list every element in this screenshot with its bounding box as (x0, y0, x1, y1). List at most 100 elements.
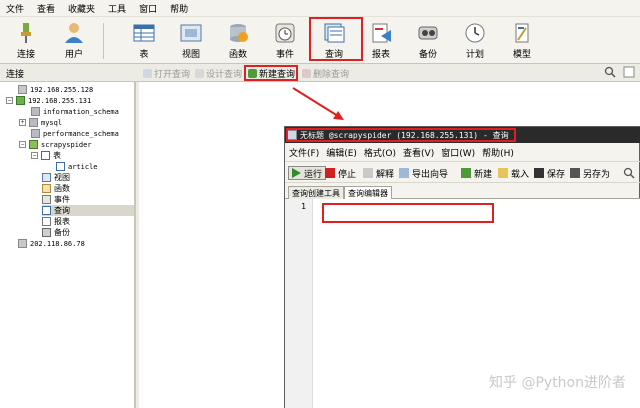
menu-view[interactable]: 查看 (31, 2, 62, 15)
user-icon (62, 22, 86, 44)
tab-query-editor[interactable]: 查询编辑器 (344, 186, 392, 199)
run-button[interactable]: 运行 (288, 166, 327, 180)
query-highlight-box (309, 17, 363, 61)
tree-item-db-information-schema[interactable]: information_schema (31, 106, 119, 117)
save-as-button[interactable]: 另存为 (570, 166, 610, 180)
new-button[interactable]: 新建 (461, 166, 492, 180)
schedule-icon (463, 22, 487, 44)
query-menubar: 文件(F) 编辑(E) 格式(O) 查看(V) 窗口(W) 帮助(H) (285, 145, 640, 159)
save-button[interactable]: 保存 (534, 166, 565, 180)
query-tabs: 查询创建工具 查询编辑器 (285, 185, 640, 199)
collapse-icon[interactable]: − (19, 141, 26, 148)
function-button[interactable]: 函数 (215, 20, 261, 62)
view-button[interactable]: 视图 (168, 20, 214, 62)
tree-item-backups[interactable]: 备份 (42, 227, 70, 238)
stop-icon (325, 168, 335, 178)
collapse-icon[interactable]: − (31, 152, 38, 159)
schedule-button[interactable]: 计划 (452, 20, 498, 62)
tree-item-functions[interactable]: 函数 (42, 183, 70, 194)
tree-item-db-performance-schema[interactable]: performance_schema (31, 128, 119, 139)
tree-item-reports[interactable]: 报表 (42, 216, 70, 227)
tab-query-builder[interactable]: 查询创建工具 (288, 186, 344, 199)
new-query-highlight-box (244, 65, 298, 81)
play-icon (291, 168, 301, 178)
table-icon (41, 151, 50, 160)
tree-item-db-scrapyspider[interactable]: − scrapyspider (19, 139, 92, 150)
tree-item-events[interactable]: 事件 (42, 194, 70, 205)
collapse-icon[interactable]: − (6, 97, 13, 104)
open-query-button[interactable]: 打开查询 (143, 67, 190, 80)
tree-item-queries[interactable]: 查询 (42, 205, 134, 216)
line-number-gutter: 1 (285, 199, 313, 408)
tree-item-connection-128[interactable]: 192.168.255.128 (18, 84, 93, 95)
database-icon (29, 118, 38, 127)
table-button[interactable]: 表 (121, 20, 167, 62)
tree-item-connection-131[interactable]: − 192.168.255.131 (6, 95, 91, 106)
backup-icon (416, 22, 440, 44)
export-wizard-button[interactable]: 导出向导 (399, 166, 448, 180)
model-icon (510, 22, 534, 44)
editor-highlight-box (322, 203, 494, 223)
delete-query-button[interactable]: 删除查询 (302, 67, 349, 80)
qmenu-file[interactable]: 文件(F) (285, 146, 322, 159)
query-window: 无标题 @scrapyspider (192.168.255.131) - 查询… (284, 126, 640, 408)
design-query-button[interactable]: 设计查询 (195, 67, 242, 80)
line-number: 1 (301, 202, 306, 211)
search-icon[interactable] (623, 167, 635, 182)
qmenu-format[interactable]: 格式(O) (360, 146, 399, 159)
tree-item-db-mysql[interactable]: + mysql (19, 117, 62, 128)
model-button[interactable]: 模型 (499, 20, 545, 62)
report-button[interactable]: 报表 (358, 20, 404, 62)
qmenu-edit[interactable]: 编辑(E) (322, 146, 360, 159)
view-icon (179, 22, 203, 44)
tree-item-tables[interactable]: − 表 (31, 150, 61, 161)
database-icon (31, 129, 40, 138)
menu-tools[interactable]: 工具 (102, 2, 133, 15)
object-toolbar: 连接 打开查询 设计查询 新建查询 删除查询 (0, 64, 640, 82)
save-as-icon (570, 168, 580, 178)
tree-item-views[interactable]: 视图 (42, 172, 70, 183)
filter-icon[interactable] (623, 66, 635, 81)
search-icon[interactable] (604, 66, 616, 81)
tree-item-table-article[interactable]: article (56, 161, 98, 172)
database-icon (29, 140, 38, 149)
stop-button[interactable]: 停止 (325, 166, 356, 180)
menu-file[interactable]: 文件 (0, 2, 31, 15)
report-icon (42, 217, 51, 226)
expand-icon[interactable]: + (19, 119, 26, 126)
server-icon (16, 96, 25, 105)
function-icon (226, 22, 250, 44)
menu-help[interactable]: 帮助 (164, 2, 195, 15)
table-icon (56, 162, 65, 171)
folder-icon (498, 168, 508, 178)
query-toolbar: 运行 停止 解释 导出向导 新建 载入 保存 另存为 (285, 161, 640, 183)
watermark: 知乎 @Python进阶者 (489, 375, 626, 391)
view-icon (42, 173, 51, 182)
explain-button[interactable]: 解释 (363, 166, 394, 180)
qmenu-window[interactable]: 窗口(W) (437, 146, 478, 159)
clock-icon (42, 195, 51, 204)
menu-favorites[interactable]: 收藏夹 (62, 2, 102, 15)
tree-item-connection-202[interactable]: 202.118.86.78 (18, 238, 85, 249)
report-icon (369, 22, 393, 44)
backup-icon (42, 228, 51, 237)
qmenu-view[interactable]: 查看(V) (399, 146, 437, 159)
database-icon (31, 107, 40, 116)
menu-window[interactable]: 窗口 (133, 2, 164, 15)
connection-panel-title: 连接 (6, 70, 25, 80)
backup-button[interactable]: 备份 (405, 20, 451, 62)
load-button[interactable]: 载入 (498, 166, 529, 180)
delete-query-icon (302, 69, 311, 78)
event-button[interactable]: 事件 (262, 20, 308, 62)
server-icon (18, 85, 27, 94)
function-icon (42, 184, 51, 193)
user-button[interactable]: 用户 (51, 20, 97, 62)
plug-icon (14, 22, 38, 44)
table-icon (132, 22, 156, 44)
qmenu-help[interactable]: 帮助(H) (478, 146, 517, 159)
explain-icon (363, 168, 373, 178)
menubar: 文件 查看 收藏夹 工具 窗口 帮助 (0, 0, 640, 17)
connect-button[interactable]: 连接 (3, 20, 49, 62)
export-icon (399, 168, 409, 178)
save-icon (534, 168, 544, 178)
